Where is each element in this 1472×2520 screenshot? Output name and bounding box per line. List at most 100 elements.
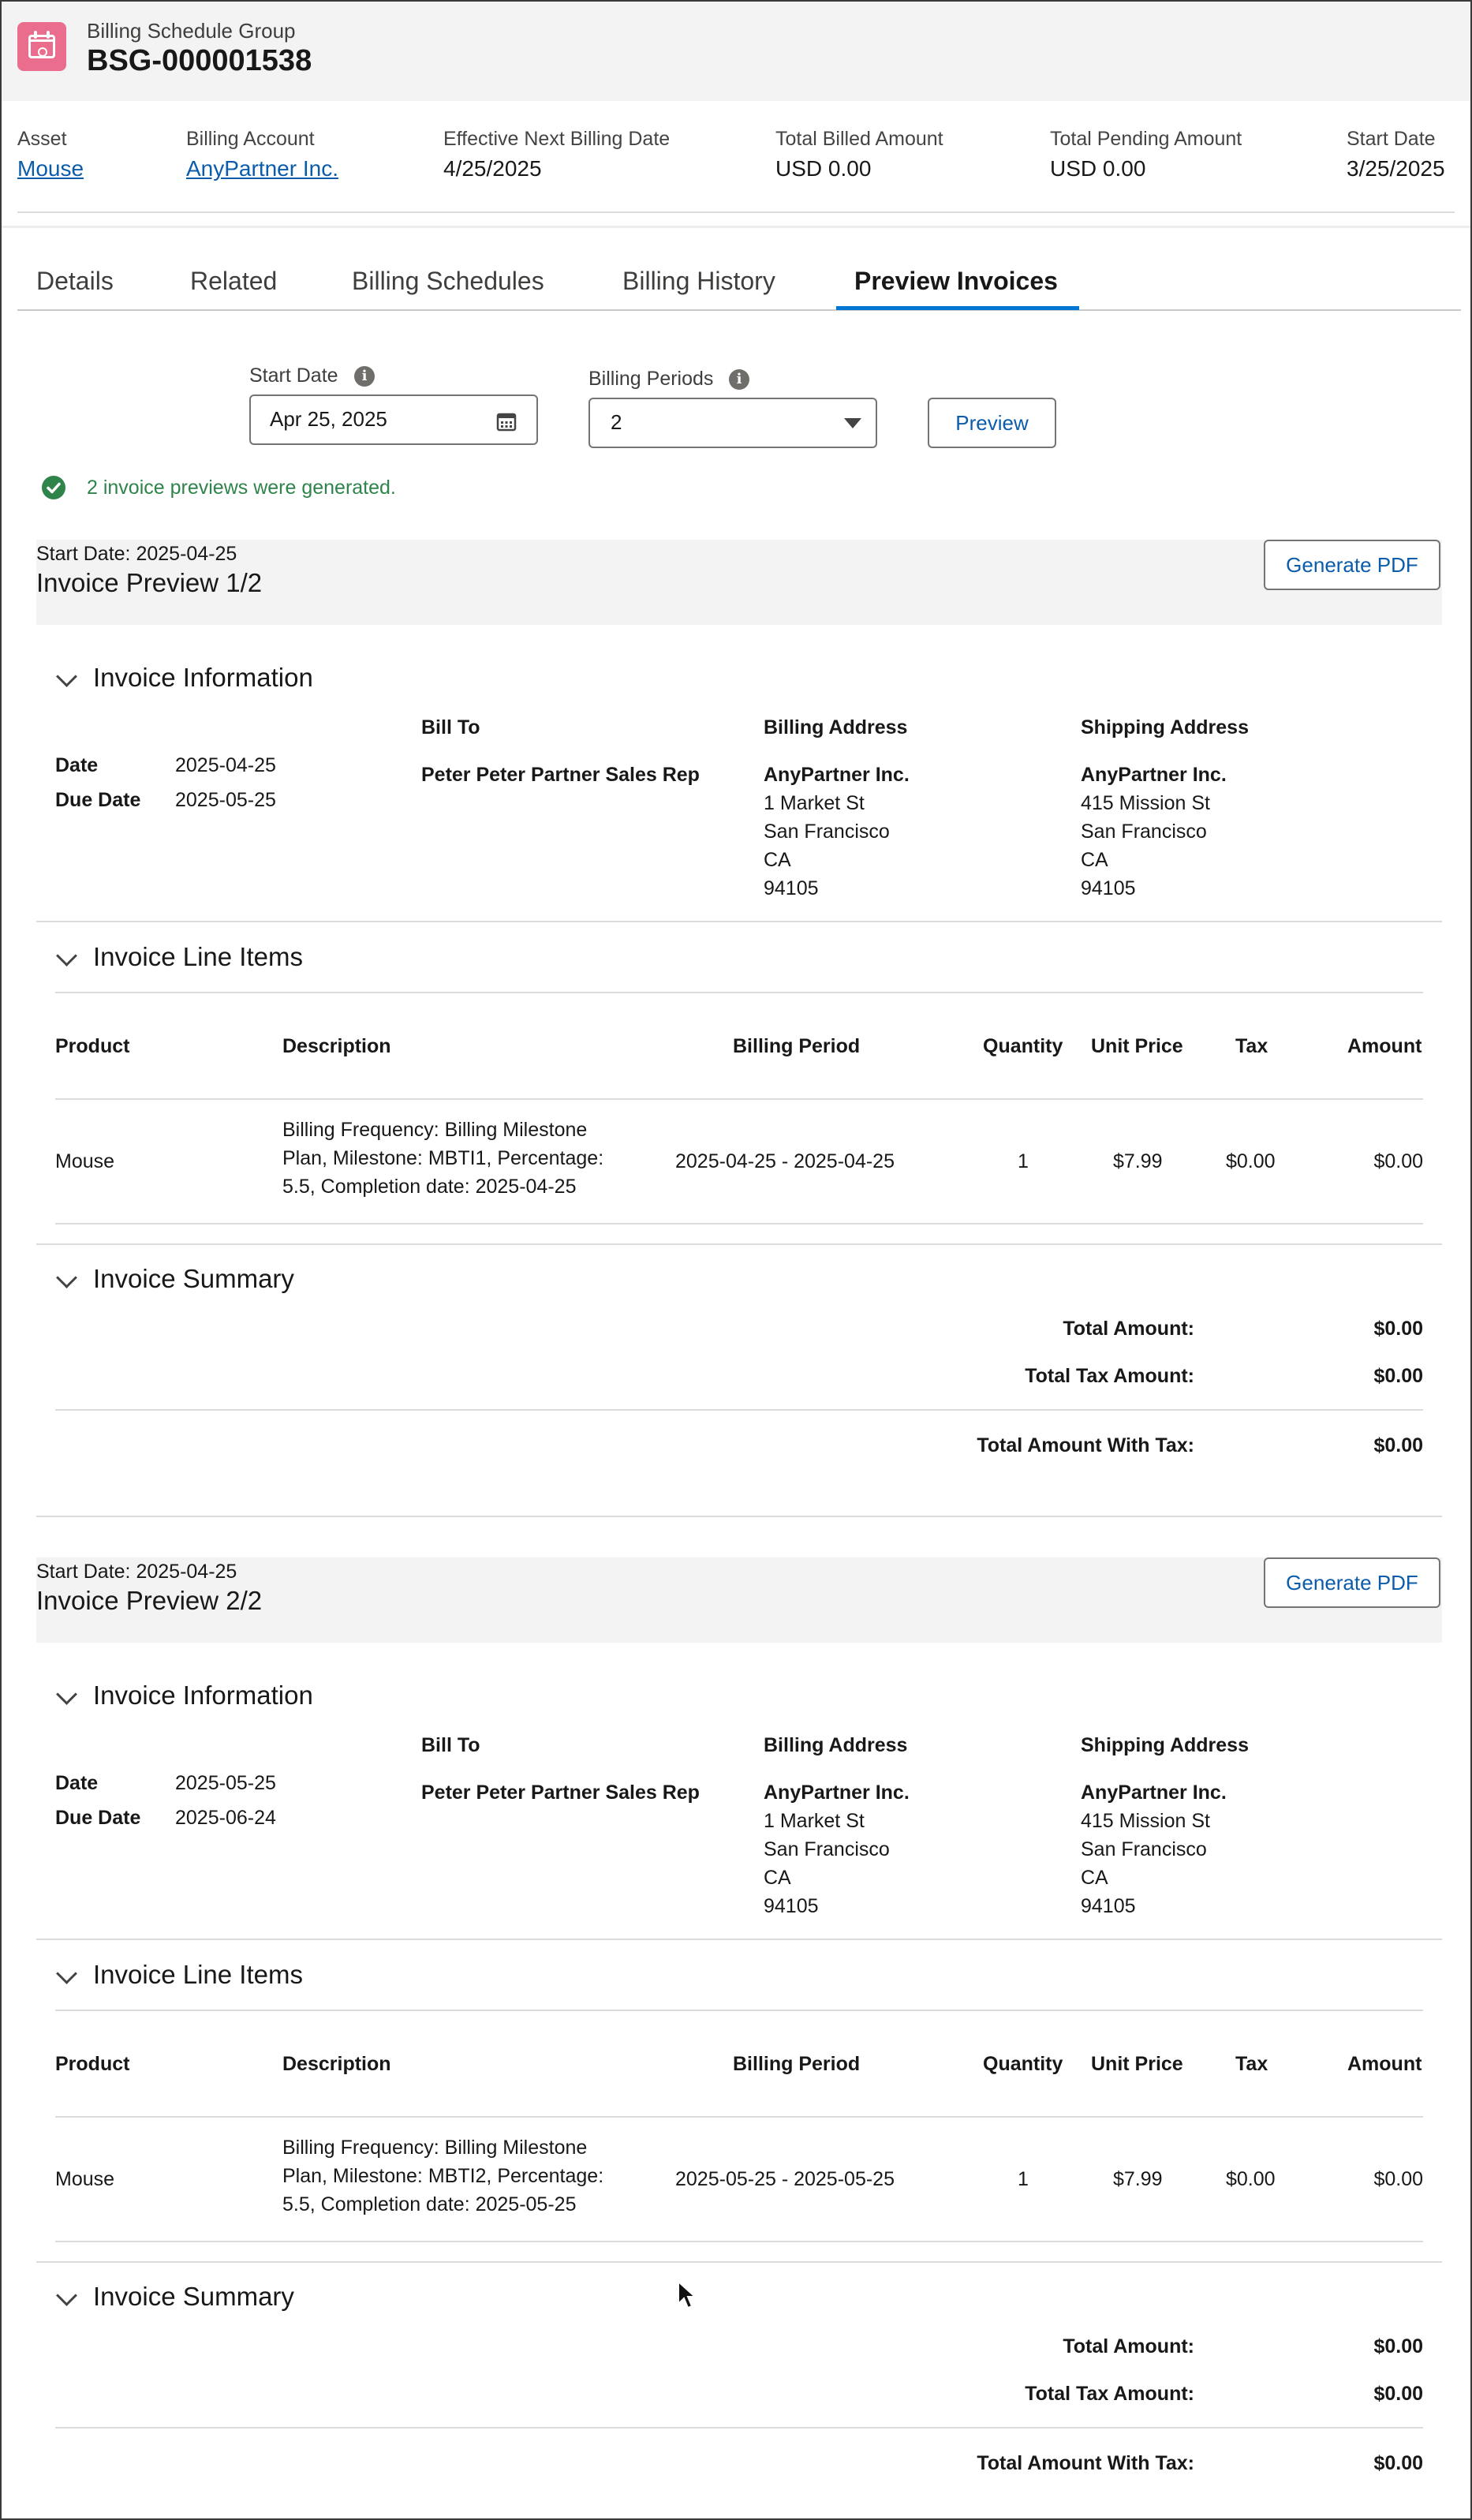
line-description: 5.5, Completion date: 2025-05-25 [282, 2193, 577, 2215]
section-invoice-information[interactable]: Invoice Information [93, 663, 313, 693]
col-product: Product [55, 1035, 130, 1057]
line-amount: $0.00 [1373, 1150, 1423, 1172]
col-quantity: Quantity [983, 2053, 1063, 2075]
section-invoice-information[interactable]: Invoice Information [93, 1681, 313, 1711]
divider [55, 1223, 1423, 1224]
line-description: Plan, Milestone: MBTI2, Percentage: [282, 2165, 604, 2187]
billing-address-line: San Francisco [764, 821, 890, 843]
billing-address-line: AnyPartner Inc. [764, 764, 910, 786]
shipping-address-line: CA [1081, 1867, 1108, 1889]
billing-account-label: Billing Account [186, 128, 315, 150]
billing-address-line: 94105 [764, 1895, 819, 1917]
line-product: Mouse [55, 2168, 115, 2190]
line-billing-period: 2025-04-25 - 2025-04-25 [675, 1150, 895, 1172]
line-quantity: 1 [1018, 2168, 1029, 2190]
total-amount-label: Total Amount: [1063, 1318, 1194, 1340]
divider [17, 211, 1455, 213]
billing-account-link[interactable]: AnyPartner Inc. [186, 156, 338, 181]
success-check-icon [42, 476, 65, 499]
tab-billing-schedules[interactable]: Billing Schedules [352, 267, 544, 296]
billing-address-line: 1 Market St [764, 1810, 865, 1832]
info-icon[interactable]: i [354, 366, 375, 387]
invoice-due-date: 2025-06-24 [175, 1807, 276, 1829]
line-tax: $0.00 [1226, 2168, 1276, 2190]
line-description: Billing Frequency: Billing Milestone [282, 2137, 588, 2159]
chevron-down-icon [844, 418, 861, 428]
section-invoice-line-items[interactable]: Invoice Line Items [93, 1960, 303, 1990]
object-type-label: Billing Schedule Group [87, 19, 296, 43]
line-billing-period: 2025-05-25 - 2025-05-25 [675, 2168, 895, 2190]
date-label: Date [55, 1772, 99, 1794]
total-tax-label: Total Tax Amount: [1025, 2383, 1194, 2405]
shipping-address-label: Shipping Address [1081, 1734, 1249, 1756]
shipping-address-line: 415 Mission St [1081, 792, 1210, 814]
divider [2, 226, 1470, 228]
start-date-input[interactable]: Apr 25, 2025 [249, 394, 538, 445]
billing-periods-select[interactable]: 2 [588, 398, 877, 448]
divider [36, 1243, 1442, 1245]
total-with-tax-label: Total Amount With Tax: [977, 2452, 1194, 2474]
col-product: Product [55, 2053, 130, 2075]
asset-link[interactable]: Mouse [17, 156, 84, 181]
shipping-address-line: San Francisco [1081, 1838, 1207, 1860]
record-name: BSG-000001538 [87, 44, 312, 77]
shipping-address-line: CA [1081, 849, 1108, 871]
col-description: Description [282, 2053, 391, 2075]
invoice-due-date: 2025-05-25 [175, 789, 276, 811]
billing-address-line: 1 Market St [764, 792, 865, 814]
bill-to-value: Peter Peter Partner Sales Rep [421, 1782, 700, 1804]
start-date-input-value: Apr 25, 2025 [270, 407, 387, 431]
line-description: Plan, Milestone: MBTI1, Percentage: [282, 1147, 604, 1169]
generate-pdf-button[interactable]: Generate PDF [1264, 540, 1440, 590]
due-date-label: Due Date [55, 1807, 141, 1829]
divider [36, 2261, 1442, 2263]
mouse-cursor-icon [678, 2280, 697, 2309]
section-invoice-summary[interactable]: Invoice Summary [93, 1264, 294, 1294]
divider [55, 992, 1423, 993]
col-tax: Tax [1235, 1035, 1268, 1057]
section-invoice-line-items[interactable]: Invoice Line Items [93, 942, 303, 972]
info-icon[interactable]: i [729, 369, 749, 390]
billing-address-line: 94105 [764, 877, 819, 899]
line-unit-price: $7.99 [1113, 1150, 1163, 1172]
invoice-preview-title: Invoice Preview 2/2 [36, 1586, 263, 1615]
tab-bar-border [17, 309, 1461, 311]
tab-preview-invoices[interactable]: Preview Invoices [854, 267, 1058, 296]
col-billing-period: Billing Period [733, 1035, 861, 1057]
total-billed-value: USD 0.00 [775, 156, 872, 181]
invoice-start-date: Start Date: 2025-04-25 [36, 543, 237, 565]
col-unit-price: Unit Price [1091, 2053, 1183, 2075]
divider [55, 2116, 1423, 2118]
preview-button[interactable]: Preview [928, 398, 1056, 448]
billing-address-label: Billing Address [764, 1734, 908, 1756]
bill-to-value: Peter Peter Partner Sales Rep [421, 764, 700, 786]
start-date-field-label: Start Date [249, 365, 338, 387]
start-date-value: 3/25/2025 [1347, 156, 1445, 181]
date-label: Date [55, 754, 99, 776]
total-pending-label: Total Pending Amount [1050, 128, 1242, 150]
total-tax-label: Total Tax Amount: [1025, 1365, 1194, 1387]
line-amount: $0.00 [1373, 2168, 1423, 2190]
due-date-label: Due Date [55, 789, 141, 811]
billing-address-line: CA [764, 1867, 791, 1889]
shipping-address-line: AnyPartner Inc. [1081, 764, 1227, 786]
line-product: Mouse [55, 1150, 115, 1172]
calendar-icon[interactable] [495, 410, 517, 432]
start-date-label: Start Date [1347, 128, 1436, 150]
tab-billing-history[interactable]: Billing History [622, 267, 775, 296]
col-amount: Amount [1347, 2053, 1422, 2075]
shipping-address-line: 94105 [1081, 877, 1136, 899]
tab-related[interactable]: Related [190, 267, 277, 296]
section-invoice-summary[interactable]: Invoice Summary [93, 2282, 294, 2312]
shipping-address-line: 415 Mission St [1081, 1810, 1210, 1832]
total-with-tax-label: Total Amount With Tax: [977, 1434, 1194, 1456]
tab-details[interactable]: Details [36, 267, 114, 296]
generate-pdf-button[interactable]: Generate PDF [1264, 1557, 1440, 1608]
divider [55, 1409, 1423, 1411]
billing-address-line: AnyPartner Inc. [764, 1782, 910, 1804]
divider [55, 2241, 1423, 2242]
total-tax-value: $0.00 [1373, 2383, 1423, 2405]
billing-schedule-group-icon [17, 22, 66, 71]
total-amount-value: $0.00 [1373, 1318, 1423, 1340]
total-amount-label: Total Amount: [1063, 2335, 1194, 2357]
